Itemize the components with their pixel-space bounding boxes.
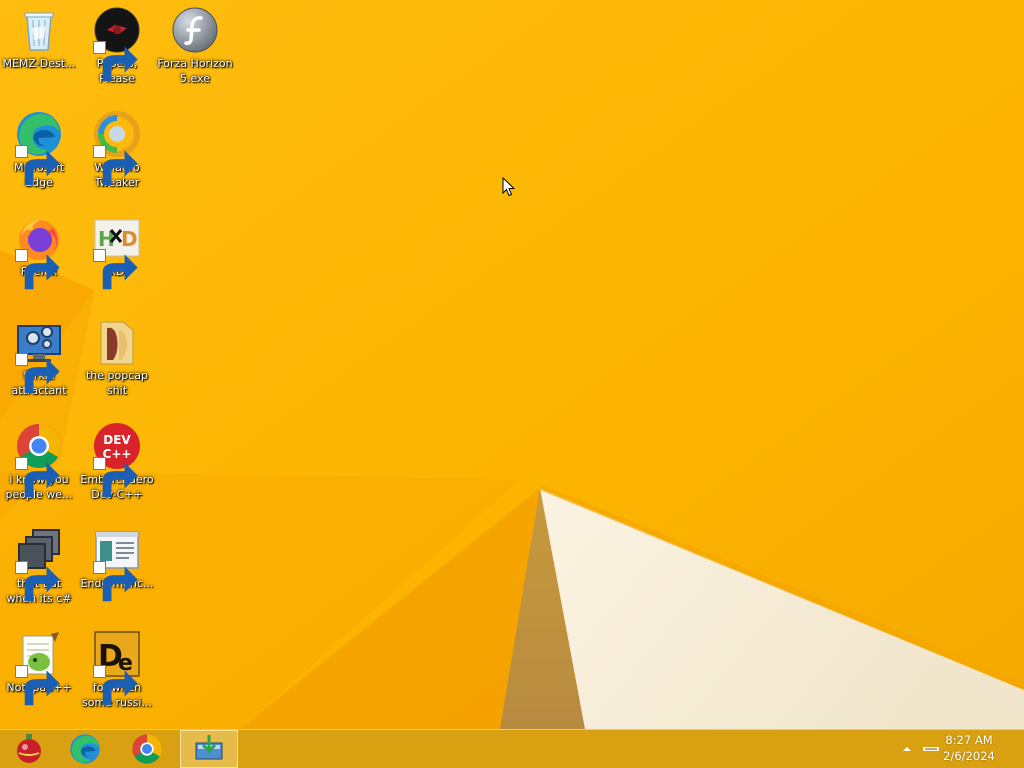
shortcut-arrow-icon — [15, 249, 60, 290]
mouse-cursor-icon — [502, 177, 516, 197]
desktop-icon-memz[interactable]: MEMZ-Dest... — [0, 0, 78, 71]
desktop-icon-de[interactable]: D e for when some russi... — [78, 624, 156, 710]
desktop-icon-dev-cpp[interactable]: DEV C++ Embarcadero Dev-C++ — [78, 416, 156, 502]
svg-text:DEV: DEV — [103, 433, 131, 447]
shortcut-arrow-icon — [15, 561, 60, 602]
clock-date: 2/6/2024 — [943, 749, 995, 763]
desktop-icon-label: the popcap shit — [85, 369, 148, 397]
taskbar-item-ornament[interactable] — [0, 730, 58, 768]
desktop-icon-firefox[interactable]: Firefox — [0, 208, 78, 290]
chrome-icon — [132, 734, 162, 764]
shortcut-arrow-icon — [15, 145, 60, 186]
shortcut-arrow-icon — [93, 665, 138, 706]
taskbar-item-installer[interactable] — [180, 730, 238, 768]
ornament-icon — [17, 734, 41, 763]
desktop-icon-papers-please[interactable]: Papers, Please — [78, 0, 156, 86]
recycle-bin-icon — [24, 12, 54, 51]
taskbar: 8:27 AM 2/6/2024 — [0, 729, 1024, 768]
flash-player-icon — [172, 7, 218, 53]
taskbar-clock[interactable]: 8:27 AM 2/6/2024 — [934, 732, 1004, 764]
shortcut-arrow-icon — [15, 665, 60, 706]
desktop-icon-csharp[interactable]: that but when its c# — [0, 520, 78, 606]
shortcut-arrow-icon — [93, 41, 138, 82]
desktop-icon-xd[interactable]: H D xD — [78, 208, 156, 290]
taskbar-item-chrome[interactable] — [118, 730, 176, 768]
shortcut-arrow-icon — [15, 353, 60, 394]
show-hidden-icons-icon[interactable] — [902, 744, 912, 754]
installer-icon — [195, 735, 223, 760]
shortcut-arrow-icon — [93, 249, 138, 290]
desktop-icon-microsoft-edge[interactable]: Microsoft Edge — [0, 104, 78, 190]
desktop-icon-chrome[interactable]: i know you people we... — [0, 416, 78, 502]
shortcut-arrow-icon — [93, 561, 138, 602]
svg-text:D: D — [121, 227, 138, 251]
desktop-icon-winaero-tweaker[interactable]: Winaero Tweaker — [78, 104, 156, 190]
desktop-icon-forkie-attractant[interactable]: forkie attractant — [0, 312, 78, 398]
desktop-icon-label: MEMZ-Dest... — [2, 57, 76, 70]
shortcut-arrow-icon — [93, 457, 138, 498]
desktop-icon-endermanch[interactable]: Endermanc... — [78, 520, 156, 602]
desktop-icon-popcap[interactable]: the popcap shit — [78, 312, 156, 398]
folder-icon — [100, 321, 134, 365]
edge-icon — [70, 734, 100, 764]
shortcut-arrow-icon — [93, 145, 138, 186]
desktop-icon-label: Forza Horizon 5.exe — [157, 57, 233, 85]
desktop-icon-forza[interactable]: Forza Horizon 5.exe — [156, 0, 234, 86]
desktop-icon-notepad-plus-plus[interactable]: Notepad++ — [0, 624, 78, 706]
clock-time: 8:27 AM — [945, 733, 993, 747]
taskbar-item-edge[interactable] — [56, 730, 114, 768]
shortcut-arrow-icon — [15, 457, 60, 498]
